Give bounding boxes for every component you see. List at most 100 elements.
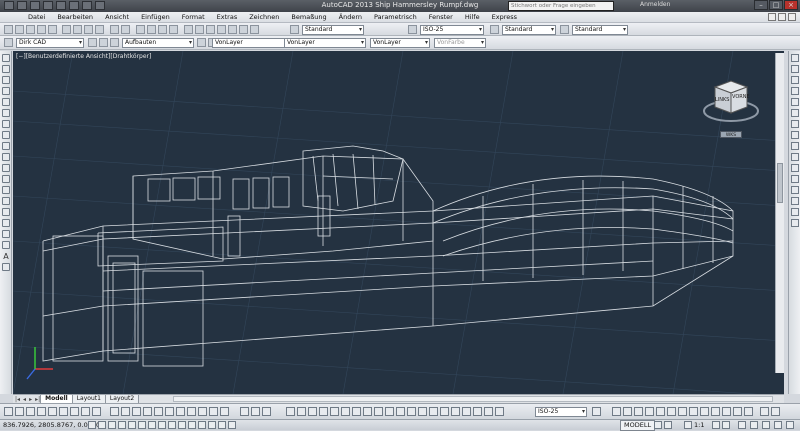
toolbar-lock-icon[interactable]: [750, 421, 758, 429]
annotation-scale-icon[interactable]: [684, 421, 692, 429]
arc-length-icon[interactable]: [308, 407, 317, 416]
search-input[interactable]: Stichwort oder Frage eingeben: [508, 1, 614, 11]
match-properties-icon[interactable]: [95, 25, 104, 34]
nw-iso-view-icon[interactable]: [220, 407, 229, 416]
annotation-scale-value[interactable]: 1:1: [694, 421, 704, 429]
polyline-icon[interactable]: [2, 76, 10, 84]
doc-restore-button[interactable]: [778, 13, 786, 21]
new-icon[interactable]: [4, 25, 13, 34]
layer-states-icon[interactable]: [4, 407, 13, 416]
revision-cloud-icon[interactable]: [2, 131, 10, 139]
viewcube-face-vorne[interactable]: VORNE: [732, 94, 750, 100]
layer-freeze-icon[interactable]: [48, 407, 57, 416]
login-button[interactable]: Anmelden: [640, 1, 670, 8]
top-view-icon[interactable]: [121, 407, 130, 416]
make-current-layer-icon[interactable]: [197, 38, 206, 47]
menu-zeichnen[interactable]: Zeichnen: [249, 13, 279, 21]
hardware-acceleration-icon[interactable]: [762, 421, 770, 429]
zoom-previous-icon[interactable]: [169, 25, 178, 34]
bottom-dim-style-dropdown[interactable]: ISO-25: [535, 407, 587, 417]
cylinder-icon[interactable]: [262, 407, 271, 416]
chamfer-icon[interactable]: [791, 197, 799, 205]
vertical-scroll-thumb[interactable]: [777, 163, 783, 203]
scale-icon[interactable]: [791, 131, 799, 139]
tab-next-icon[interactable]: ▸: [29, 396, 32, 403]
tolerance-icon[interactable]: [429, 407, 438, 416]
multiline-text-icon[interactable]: A: [2, 252, 10, 261]
auto-scale-icon[interactable]: [722, 421, 730, 429]
circle-icon[interactable]: [2, 120, 10, 128]
dimension-space-icon[interactable]: [407, 407, 416, 416]
rectangle-icon[interactable]: [2, 98, 10, 106]
diameter-icon[interactable]: [352, 407, 361, 416]
array-icon[interactable]: [791, 98, 799, 106]
explode-icon[interactable]: [791, 219, 799, 227]
design-center-icon[interactable]: [195, 25, 204, 34]
layer-dropdown[interactable]: Aufbauten: [122, 38, 194, 48]
layer-match-icon[interactable]: [81, 407, 90, 416]
rotate-icon[interactable]: [791, 120, 799, 128]
radius-icon[interactable]: [330, 407, 339, 416]
ucs-world-icon[interactable]: [623, 407, 632, 416]
print-icon[interactable]: [37, 25, 46, 34]
ne-iso-view-icon[interactable]: [209, 407, 218, 416]
xline-icon[interactable]: [2, 65, 10, 73]
named-views-icon[interactable]: [110, 407, 119, 416]
ucs-previous-icon[interactable]: [634, 407, 643, 416]
menu-aendern[interactable]: Ändern: [339, 13, 362, 21]
dimension-update-icon[interactable]: [495, 407, 504, 416]
hatch-icon[interactable]: [2, 208, 10, 216]
minimize-button[interactable]: –: [754, 0, 768, 10]
undo-icon[interactable]: [110, 25, 119, 34]
dimension-text-edit-icon[interactable]: [484, 407, 493, 416]
layer-manager-icon[interactable]: [88, 38, 97, 47]
polar-tracking-icon[interactable]: [128, 421, 136, 429]
menu-fenster[interactable]: Fenster: [429, 13, 453, 21]
object-snap-tracking-icon[interactable]: [158, 421, 166, 429]
ucs-z-icon[interactable]: [733, 407, 742, 416]
erase-icon[interactable]: [791, 54, 799, 62]
ucs-zaxis-icon[interactable]: [689, 407, 698, 416]
help-icon[interactable]: [250, 25, 259, 34]
break-icon[interactable]: [791, 175, 799, 183]
viewport-label[interactable]: [−][Benutzerdefinierte Ansicht][Drahtkör…: [16, 53, 151, 60]
front-view-icon[interactable]: [165, 407, 174, 416]
tab-first-icon[interactable]: |◂: [15, 396, 20, 403]
vertical-scrollbar[interactable]: [775, 53, 784, 373]
grid-display-icon[interactable]: [108, 421, 116, 429]
gradient-icon[interactable]: [2, 219, 10, 227]
save-icon[interactable]: [26, 25, 35, 34]
layer-unlock-icon[interactable]: [70, 407, 79, 416]
markup-icon[interactable]: [228, 25, 237, 34]
mleader-style-dropdown[interactable]: Standard: [572, 25, 628, 35]
3d-object-snap-icon[interactable]: [148, 421, 156, 429]
ucs-icon-tool[interactable]: [612, 407, 621, 416]
redo-icon[interactable]: [121, 25, 130, 34]
insert-block-icon[interactable]: [2, 175, 10, 183]
baseline-icon[interactable]: [385, 407, 394, 416]
dynamic-ucs-icon[interactable]: [168, 421, 176, 429]
menu-einfuegen[interactable]: Einfügen: [141, 13, 170, 21]
layer-lock-icon[interactable]: [59, 407, 68, 416]
join-icon[interactable]: [791, 186, 799, 194]
isolate-objects-icon[interactable]: [774, 421, 782, 429]
linear-dimension-icon[interactable]: [286, 407, 295, 416]
angular-icon[interactable]: [363, 407, 372, 416]
open-icon[interactable]: [15, 25, 24, 34]
table-style-dropdown[interactable]: Standard: [502, 25, 556, 35]
materials-icon[interactable]: [771, 407, 780, 416]
layer-off-icon[interactable]: [37, 407, 46, 416]
dimension-edit-icon[interactable]: [473, 407, 482, 416]
layer-walk-icon[interactable]: [92, 407, 101, 416]
doc-close-button[interactable]: [788, 13, 796, 21]
back-view-icon[interactable]: [176, 407, 185, 416]
trim-icon[interactable]: [791, 153, 799, 161]
spline-icon[interactable]: [2, 142, 10, 150]
wcs-menu-button[interactable]: WKS: [720, 131, 742, 138]
render-icon[interactable]: [760, 407, 769, 416]
horizontal-scrollbar[interactable]: [173, 396, 773, 402]
copy-icon[interactable]: [73, 25, 82, 34]
copy-object-icon[interactable]: [791, 65, 799, 73]
text-style-dropdown[interactable]: Standard: [302, 25, 364, 35]
ucs-face-icon[interactable]: [645, 407, 654, 416]
